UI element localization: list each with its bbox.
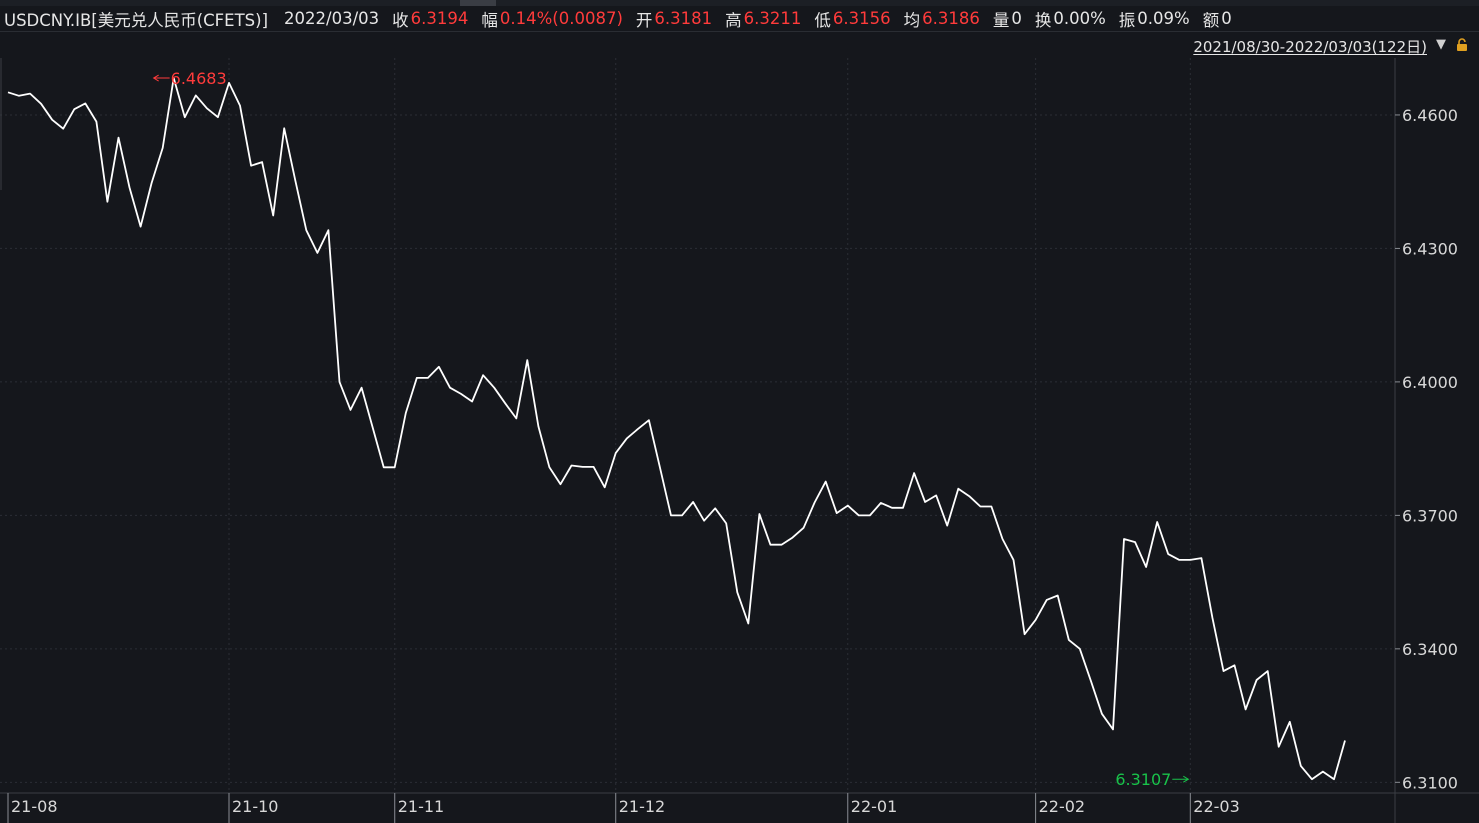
- y-tick-label: 6.4300: [1402, 239, 1458, 258]
- chart-ticks: 6.4600 6.4300 6.4000 6.3700 6.3400 6.3100 21-0…: [11, 106, 1458, 816]
- chart-grid: [0, 58, 1395, 793]
- x-tick-label: 21-11: [398, 797, 445, 816]
- x-tick-label: 21-10: [232, 797, 279, 816]
- x-tick-label: 21-08: [11, 797, 58, 816]
- y-tick-label: 6.4600: [1402, 106, 1458, 125]
- x-tick-label: 21-12: [619, 797, 666, 816]
- x-tick-label: 22-03: [1193, 797, 1240, 816]
- y-tick-label: 6.3100: [1402, 773, 1458, 792]
- price-line: [7, 77, 1346, 781]
- y-tick-label: 6.4000: [1402, 373, 1458, 392]
- y-tick-label: 6.3400: [1402, 640, 1458, 659]
- x-tick-label: 22-01: [851, 797, 898, 816]
- y-tick-label: 6.3700: [1402, 506, 1458, 525]
- chart-axes: [0, 58, 1479, 823]
- min-value-label: 6.3107: [1115, 770, 1171, 789]
- max-value-label: 6.4683: [171, 69, 227, 88]
- x-tick-label: 22-02: [1039, 797, 1086, 816]
- price-chart: 6.4600 6.4300 6.4000 6.3700 6.3400 6.3100 21-0…: [0, 58, 1479, 823]
- chart-annotations: 6.4683 6.3107: [152, 69, 1190, 789]
